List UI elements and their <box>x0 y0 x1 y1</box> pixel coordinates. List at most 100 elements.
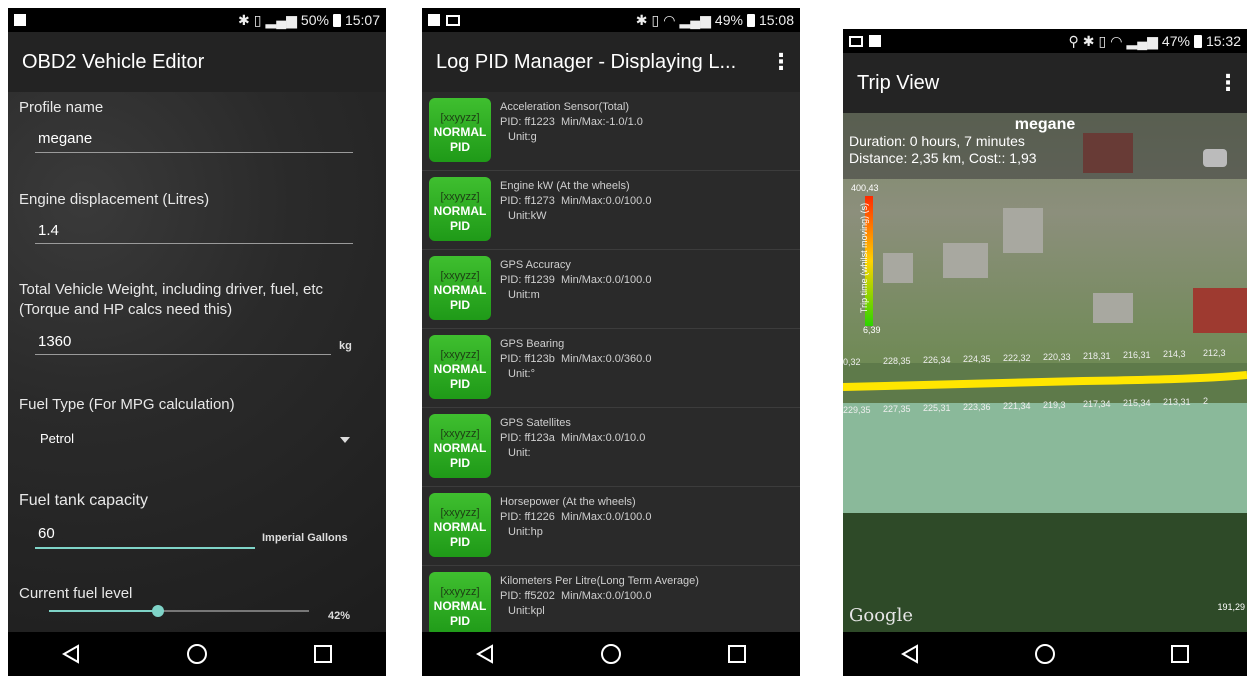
pid-id-range: PID: ff1226 Min/Max:0.0/100.0 <box>500 510 794 525</box>
scale-max-label: 400,43 <box>851 183 879 193</box>
nav-bar <box>422 632 800 676</box>
pid-badge-kind: NORMAL <box>433 441 487 455</box>
trip-distance: Distance: 2,35 km, Cost:: 1,93 <box>849 150 1037 166</box>
pid-id-range: PID: ff1223 Min/Max:-1.0/1.0 <box>500 115 794 130</box>
back-triangle-icon[interactable] <box>51 634 91 674</box>
pid-details: GPS Satellites PID: ff123a Min/Max:0.0/10… <box>500 416 794 461</box>
pid-id-range: PID: ff5202 Min/Max:0.0/100.0 <box>500 589 794 604</box>
wifi-icon: ◠ <box>1110 32 1123 49</box>
route-elevation-label: 0,32 <box>843 357 861 367</box>
home-circle-icon[interactable] <box>1025 634 1065 674</box>
more-vert-icon[interactable]: ⋮ <box>770 51 792 73</box>
scale-min-label: 6,39 <box>863 325 881 335</box>
camera-icon[interactable] <box>1203 149 1227 167</box>
app-bar: Trip View ⋮ <box>843 53 1247 113</box>
pid-list-item[interactable]: [xxyyzz] NORMAL PID GPS Bearing PID: ff123b … <box>422 329 800 408</box>
recents-square-icon[interactable] <box>717 634 757 674</box>
pid-badge-type: PID <box>449 456 470 470</box>
route-elevation-label: 2 <box>1203 396 1209 406</box>
normal-pid-badge: [xxyyzz] NORMAL PID <box>429 177 491 241</box>
pid-unit: Unit:kpl <box>508 605 545 617</box>
recents-square-icon[interactable] <box>1160 634 1200 674</box>
weight-unit: kg <box>339 340 352 352</box>
corner-elevation-label: 191,29 <box>1217 602 1245 612</box>
fuel-level-value: 42% <box>328 610 351 622</box>
pid-unit: Unit:m <box>508 289 540 301</box>
pid-list-item[interactable]: [xxyyzz] NORMAL PID Engine kW (At the wheel… <box>422 171 800 250</box>
pid-badge-type: PID <box>449 298 470 312</box>
back-triangle-icon[interactable] <box>465 634 505 674</box>
pid-id: PID: ff1226 <box>500 511 555 523</box>
notification-icon <box>14 14 26 26</box>
pid-minmax: Min/Max:-1.0/1.0 <box>560 116 643 128</box>
home-circle-icon[interactable] <box>591 634 631 674</box>
pid-minmax: Min/Max:0.0/100.0 <box>560 511 652 523</box>
fuel-tank-underline <box>35 547 255 549</box>
pid-id-range: PID: ff1273 Min/Max:0.0/100.0 <box>500 194 794 209</box>
pid-id: PID: ff1223 <box>500 116 555 128</box>
pid-list-item[interactable]: [xxyyzz] NORMAL PID Horsepower (At the whee… <box>422 487 800 566</box>
profile-name-input[interactable]: megane <box>38 130 92 147</box>
app-bar: Log PID Manager - Displaying L... ⋮ <box>422 32 800 92</box>
fuel-tank-input[interactable]: 60 <box>38 525 55 542</box>
vehicle-weight-input[interactable]: 1360 <box>38 333 71 350</box>
fuel-tank-unit: Imperial Gallons <box>262 532 348 544</box>
pid-badge-code: [xxyyzz] <box>440 507 480 519</box>
normal-pid-badge: [xxyyzz] NORMAL PID <box>429 256 491 320</box>
bluetooth-icon: ✱ <box>1082 32 1095 49</box>
fuel-type-select[interactable]: Petrol <box>40 431 74 446</box>
clock: 15:07 <box>344 12 380 28</box>
pid-name: GPS Bearing <box>500 338 565 350</box>
route-elevation-label: 225,31 <box>923 403 951 413</box>
bluetooth-icon: ✱ <box>635 11 648 28</box>
pid-list-item[interactable]: [xxyyzz] NORMAL PID GPS Accuracy PID: ff1239… <box>422 250 800 329</box>
pid-badge-code: [xxyyzz] <box>440 191 480 203</box>
clock: 15:08 <box>758 12 794 28</box>
pid-unit: Unit:hp <box>508 526 543 538</box>
pid-badge-kind: NORMAL <box>433 125 487 139</box>
image-notification-icon <box>849 35 863 47</box>
vehicle-weight-underline <box>35 354 331 355</box>
pid-list-item[interactable]: [xxyyzz] NORMAL PID Acceleration Sensor(Tot… <box>422 92 800 171</box>
route-elevation-label: 216,31 <box>1123 350 1151 360</box>
slider-fill <box>49 610 159 612</box>
trip-view-screen: ⚲ ✱ ▯ ◠ ▂▄▆ 47% 15:32 Trip View ⋮ megane <box>843 29 1247 676</box>
home-circle-icon[interactable] <box>177 634 217 674</box>
pid-badge-type: PID <box>449 614 470 628</box>
pid-id-range: PID: ff1239 Min/Max:0.0/100.0 <box>500 273 794 288</box>
engine-displacement-input[interactable]: 1.4 <box>38 222 59 239</box>
pid-minmax: Min/Max:0.0/100.0 <box>560 274 652 286</box>
battery-percent: 49% <box>714 12 743 28</box>
pid-list-item[interactable]: [xxyyzz] NORMAL PID GPS Satellites PID: ff12… <box>422 408 800 487</box>
pid-badge-kind: NORMAL <box>433 362 487 376</box>
chevron-down-icon[interactable] <box>340 437 350 443</box>
battery-percent: 47% <box>1161 33 1190 49</box>
bluetooth-icon: ✱ <box>238 11 250 28</box>
pid-unit: Unit: <box>508 447 531 459</box>
pid-list: [xxyyzz] NORMAL PID Acceleration Sensor(Tot… <box>422 92 800 645</box>
location-icon: ⚲ <box>1068 32 1079 49</box>
back-triangle-icon[interactable] <box>890 634 930 674</box>
pid-id-range: PID: ff123a Min/Max:0.0/10.0 <box>500 431 794 446</box>
pid-badge-type: PID <box>449 140 470 154</box>
fuel-level-slider[interactable] <box>49 604 309 618</box>
pid-minmax: Min/Max:0.0/10.0 <box>560 432 646 444</box>
normal-pid-badge: [xxyyzz] NORMAL PID <box>429 493 491 557</box>
pid-id: PID: ff123b <box>500 353 555 365</box>
pid-details: Engine kW (At the wheels) PID: ff1273 Min… <box>500 179 794 224</box>
nav-bar <box>843 632 1247 676</box>
route-elevation-label: 215,34 <box>1123 398 1151 408</box>
pid-badge-kind: NORMAL <box>433 283 487 297</box>
slider-thumb[interactable] <box>152 605 165 617</box>
pid-minmax: Min/Max:0.0/360.0 <box>560 353 652 365</box>
route-elevation-label: 221,34 <box>1003 401 1031 411</box>
status-bar: ⚲ ✱ ▯ ◠ ▂▄▆ 47% 15:32 <box>843 29 1247 53</box>
battery-percent: 50% <box>300 12 329 28</box>
pid-id: PID: ff5202 <box>500 590 555 602</box>
trip-map[interactable]: megane Duration: 0 hours, 7 minutes Dist… <box>843 113 1247 632</box>
more-vert-icon[interactable]: ⋮ <box>1217 72 1239 94</box>
route-elevation-label: 226,34 <box>923 355 951 365</box>
trip-route-line <box>843 371 1247 391</box>
recents-square-icon[interactable] <box>303 634 343 674</box>
image-notification-icon <box>446 14 460 26</box>
